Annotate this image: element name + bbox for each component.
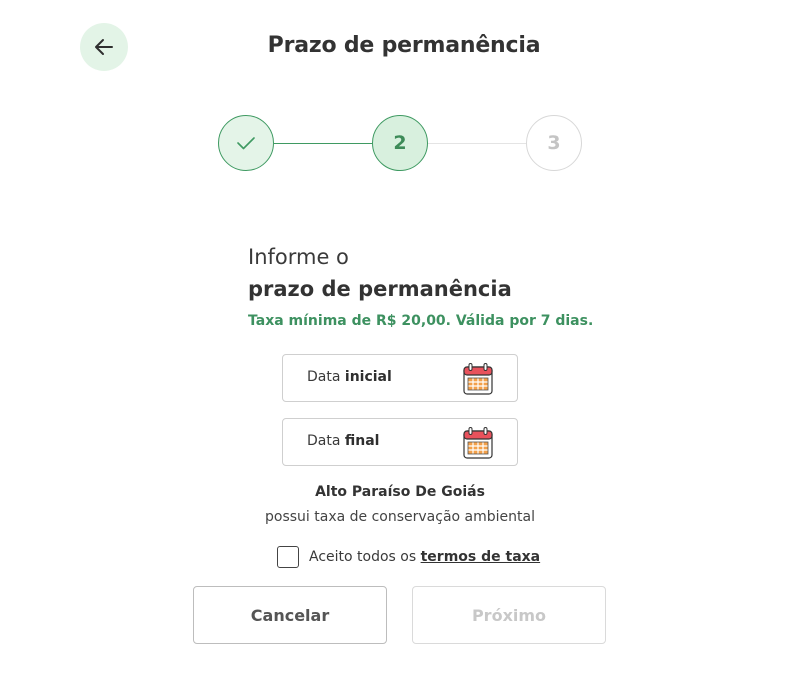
end-date-field[interactable]: Data final (282, 418, 518, 466)
form-heading-line2: prazo de permanência (248, 277, 512, 301)
step-3-pending: 3 (526, 115, 582, 171)
step-connector-pending (428, 143, 526, 144)
stepper: 2 3 (0, 0, 800, 200)
fee-note: Taxa mínima de R$ 20,00. Válida por 7 di… (248, 313, 594, 329)
calendar-icon (463, 427, 493, 459)
next-button[interactable]: Próximo (412, 586, 606, 644)
step-2-current: 2 (372, 115, 428, 171)
terms-link[interactable]: termos de taxa (421, 549, 541, 565)
location-note: possui taxa de conservação ambiental (265, 509, 535, 525)
step-connector-completed (274, 143, 372, 144)
start-date-label: Data inicial (307, 369, 392, 385)
end-date-label: Data final (307, 433, 380, 449)
terms-text: Aceito todos os termos de taxa (309, 549, 541, 565)
terms-row: Aceito todos os termos de taxa (277, 546, 540, 568)
cancel-button[interactable]: Cancelar (193, 586, 387, 644)
start-date-field[interactable]: Data inicial (282, 354, 518, 402)
calendar-icon (463, 363, 493, 395)
step-1-completed (218, 115, 274, 171)
check-icon (237, 137, 255, 150)
location-name: Alto Paraíso De Goiás (315, 484, 485, 500)
form-heading-line1: Informe o (248, 245, 349, 269)
terms-checkbox[interactable] (277, 546, 299, 568)
